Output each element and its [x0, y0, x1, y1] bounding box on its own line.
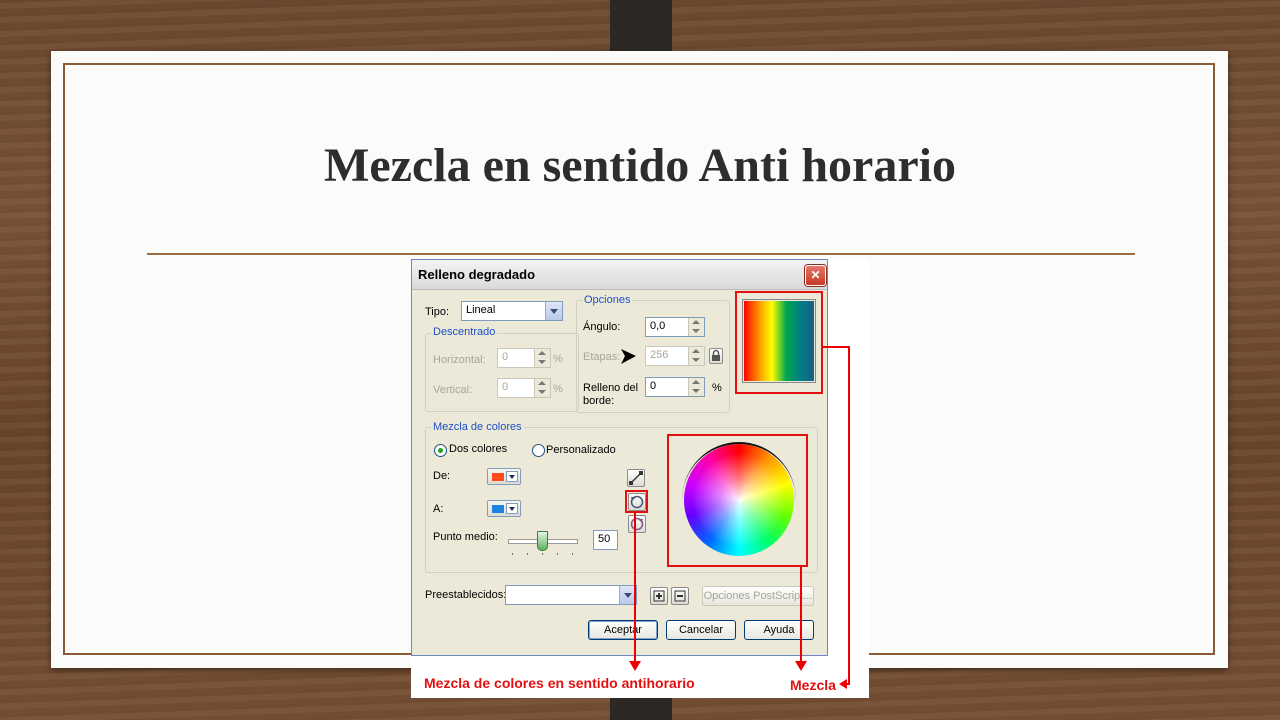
relleno-spinner[interactable]	[688, 378, 704, 396]
close-button[interactable]: ✕	[805, 265, 826, 286]
lock-icon	[712, 349, 720, 361]
relleno-value: 0	[650, 380, 657, 392]
etapas-value: 256	[650, 349, 669, 361]
punto-medio-slider[interactable]	[537, 531, 548, 551]
callout-line-preview-h	[822, 346, 850, 348]
chevron-down-icon	[506, 503, 518, 514]
de-color-swatch	[492, 473, 504, 481]
direct-blend-icon	[629, 471, 643, 485]
counterclockwise-blend-button[interactable]	[628, 493, 646, 511]
remove-preset-icon	[674, 590, 686, 602]
preestablecidos-label: Preestablecidos:	[425, 589, 507, 601]
descentrado-group	[425, 333, 579, 412]
dos-colores-radio[interactable]	[434, 444, 447, 457]
dos-colores-label: Dos colores	[449, 443, 508, 455]
tipo-select[interactable]: Lineal	[461, 301, 563, 321]
angulo-label: Ángulo:	[583, 321, 621, 333]
angulo-field[interactable]: 0,0	[645, 317, 705, 337]
angulo-spinner[interactable]	[688, 318, 704, 336]
a-color-swatch	[492, 505, 504, 513]
relleno-label-2: borde:	[583, 395, 615, 407]
horizontal-percent: %	[553, 353, 563, 365]
help-button[interactable]: Ayuda	[744, 620, 814, 640]
de-color-picker[interactable]	[487, 468, 521, 485]
etapas-field[interactable]: 256	[645, 346, 705, 366]
accept-button[interactable]: Aceptar	[588, 620, 658, 640]
horizontal-label: Horizontal:	[433, 354, 486, 366]
preestablecidos-select[interactable]	[505, 585, 637, 605]
personalizado-label: Personalizado	[546, 444, 616, 456]
relleno-percent: %	[712, 382, 722, 394]
punto-medio-value: 50	[598, 533, 611, 545]
clockwise-blend-icon	[630, 517, 644, 531]
add-preset-icon	[653, 590, 665, 602]
slide-title: Mezcla en sentido Anti horario	[324, 139, 956, 192]
etapas-label: Etapas:	[583, 351, 621, 363]
cancel-button[interactable]: Cancelar	[666, 620, 736, 640]
counterclockwise-blend-icon	[630, 495, 644, 509]
personalizado-radio[interactable]	[532, 444, 545, 457]
vertical-spinner[interactable]	[534, 379, 550, 397]
gradient-preview	[742, 299, 816, 383]
horizontal-value: 0	[502, 351, 509, 363]
de-label: De:	[433, 470, 451, 482]
callout-line-counterclockwise	[634, 512, 636, 665]
arrow-down-icon	[629, 661, 641, 671]
chevron-down-icon	[545, 302, 562, 320]
callout-line-preview-v	[848, 346, 850, 685]
mix-caption: Mezcla	[790, 677, 836, 693]
gradient-fill-dialog: Relleno degradado ✕ Tipo: Lineal Descent…	[411, 259, 828, 656]
horizontal-spinner[interactable]	[534, 349, 550, 367]
remove-preset-button[interactable]	[671, 587, 689, 605]
vertical-percent: %	[553, 383, 563, 395]
vertical-field[interactable]: 0	[497, 378, 551, 398]
a-label: A:	[433, 503, 444, 515]
a-color-picker[interactable]	[487, 500, 521, 517]
mezcla-title: Mezcla de colores	[431, 421, 524, 433]
vertical-label: Vertical:	[433, 384, 473, 396]
dialog-title: Relleno degradado	[418, 267, 536, 282]
punto-medio-label: Punto medio:	[433, 531, 498, 543]
callout-line-mix	[800, 566, 802, 665]
chevron-down-icon	[506, 471, 518, 482]
punto-medio-field[interactable]: 50	[593, 530, 618, 550]
opciones-title: Opciones	[582, 294, 633, 306]
lock-button[interactable]	[709, 348, 723, 364]
tipo-value: Lineal	[466, 304, 496, 316]
etapas-spinner[interactable]	[688, 347, 704, 365]
dialog-screenshot: Relleno degradado ✕ Tipo: Lineal Descent…	[411, 259, 869, 698]
arrow-left-icon	[839, 679, 847, 689]
direct-blend-button[interactable]	[627, 469, 645, 487]
descentrado-title: Descentrado	[431, 326, 498, 338]
relleno-field[interactable]: 0	[645, 377, 705, 397]
angulo-value: 0,0	[650, 320, 666, 332]
vertical-value: 0	[502, 381, 509, 393]
gradient-preview-fill	[744, 301, 814, 381]
counterclockwise-caption: Mezcla de colores en sentido antihorario	[424, 675, 695, 691]
clockwise-blend-button[interactable]	[628, 515, 646, 533]
slider-ticks	[512, 553, 576, 555]
horizontal-field[interactable]: 0	[497, 348, 551, 368]
color-wheel-arc	[682, 442, 796, 558]
tipo-label: Tipo:	[425, 306, 450, 318]
title-divider	[147, 253, 1135, 255]
relleno-label-1: Relleno del	[583, 382, 639, 394]
arrow-down-icon	[795, 661, 807, 671]
postscript-options-button[interactable]: Opciones PostScript...	[702, 586, 814, 606]
mouse-cursor-icon	[621, 349, 636, 364]
close-icon: ✕	[810, 268, 821, 282]
dialog-titlebar: Relleno degradado ✕	[412, 260, 827, 290]
add-preset-button[interactable]	[650, 587, 668, 605]
